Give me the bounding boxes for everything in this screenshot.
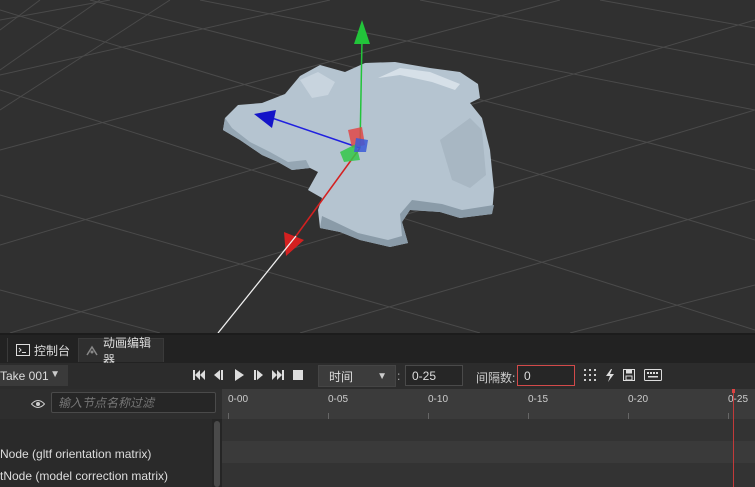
- playhead-handle[interactable]: [732, 389, 735, 393]
- skip-to-start-icon: [193, 370, 205, 380]
- current-time-input[interactable]: 0-25: [405, 365, 463, 386]
- animation-icon: [85, 345, 99, 357]
- timeline-ruler[interactable]: 0-00 0-05 0-10 0-15 0-20 0-25: [222, 389, 755, 419]
- bottom-panel: 控制台 动画编辑器 Take 001 ▼ 时间 ▼: 0-25 间隔数: 0 …: [0, 333, 755, 487]
- tab-hidden-edge[interactable]: [0, 338, 8, 362]
- node-list-header: 输入节点名称过滤: [0, 389, 222, 419]
- chevron-down-icon: ▼: [377, 371, 387, 382]
- last-frame-button[interactable]: [271, 368, 285, 382]
- ground-line: [217, 235, 297, 333]
- node-label: Node (gltf orientation matrix): [0, 447, 152, 461]
- interval-value: 0: [524, 368, 531, 383]
- event-button[interactable]: [602, 368, 618, 382]
- interval-input[interactable]: 0: [517, 365, 575, 386]
- track-area[interactable]: [222, 419, 755, 487]
- animation-toolbar: Take 001 ▼ 时间 ▼ : 0-25 间隔数: 0: [0, 363, 755, 389]
- prev-frame-button[interactable]: [211, 368, 225, 382]
- tick-label: 0-25: [728, 394, 749, 405]
- keyboard-icon: [644, 369, 662, 381]
- playhead-line[interactable]: [733, 389, 734, 487]
- console-icon: [16, 344, 30, 356]
- current-time-value: 0-25: [412, 368, 437, 383]
- node-list: Node (gltf orientation matrix) tNode (mo…: [0, 419, 212, 487]
- yz-plane-handle[interactable]: [354, 138, 368, 152]
- node-label: tNode (model correction matrix): [0, 469, 169, 483]
- step-back-icon: [214, 370, 223, 380]
- list-item[interactable]: tNode (model correction matrix): [0, 465, 212, 487]
- save-button[interactable]: [621, 368, 637, 382]
- save-icon: [623, 369, 635, 381]
- next-frame-button[interactable]: [252, 368, 266, 382]
- node-filter-placeholder: 输入节点名称过滤: [58, 396, 155, 410]
- track-row[interactable]: [222, 463, 755, 485]
- interval-label: 间隔数:: [476, 371, 516, 385]
- eye-icon[interactable]: [30, 396, 46, 414]
- tick-label: 0-00: [228, 394, 249, 405]
- play-button[interactable]: [232, 368, 246, 382]
- x-axis-arrow-icon[interactable]: [284, 232, 304, 256]
- track-row[interactable]: [222, 419, 755, 441]
- shortcuts-button[interactable]: [643, 368, 663, 382]
- tick-label: 0-10: [428, 394, 449, 405]
- first-frame-button[interactable]: [192, 368, 206, 382]
- tab-console[interactable]: 控制台: [10, 338, 76, 362]
- track-row[interactable]: [222, 441, 755, 463]
- time-mode-value: 时间: [329, 369, 354, 384]
- node-filter-input[interactable]: 输入节点名称过滤: [51, 392, 216, 413]
- stop-button[interactable]: [291, 368, 305, 382]
- time-mode-select[interactable]: 时间 ▼: [318, 365, 396, 387]
- tick-label: 0-20: [628, 394, 649, 405]
- node-list-scrollbar[interactable]: [212, 419, 222, 487]
- stop-icon: [293, 370, 303, 380]
- tick-label: 0-15: [528, 394, 549, 405]
- tab-console-label: 控制台: [34, 343, 71, 358]
- tab-animation-editor[interactable]: 动画编辑器: [78, 336, 164, 367]
- grid-dots-icon: [584, 369, 596, 381]
- scene-canvas[interactable]: [0, 0, 755, 333]
- time-colon: :: [397, 369, 401, 383]
- step-forward-icon: [254, 370, 263, 380]
- scene-viewport[interactable]: [0, 0, 755, 333]
- y-axis-arrow-icon[interactable]: [354, 20, 370, 44]
- clip-select-value: Take 001: [0, 368, 49, 383]
- lightning-icon: [606, 368, 614, 382]
- clip-select[interactable]: Take 001 ▼: [0, 365, 68, 386]
- list-item[interactable]: Node (gltf orientation matrix): [0, 443, 212, 465]
- play-icon: [235, 369, 244, 381]
- chevron-down-icon: ▼: [50, 369, 60, 380]
- tick-label: 0-05: [328, 394, 349, 405]
- scrollbar-thumb[interactable]: [214, 421, 220, 487]
- panel-tabbar: 控制台 动画编辑器: [0, 335, 755, 367]
- skip-to-end-icon: [272, 370, 284, 380]
- grid-dots-button[interactable]: [582, 368, 598, 382]
